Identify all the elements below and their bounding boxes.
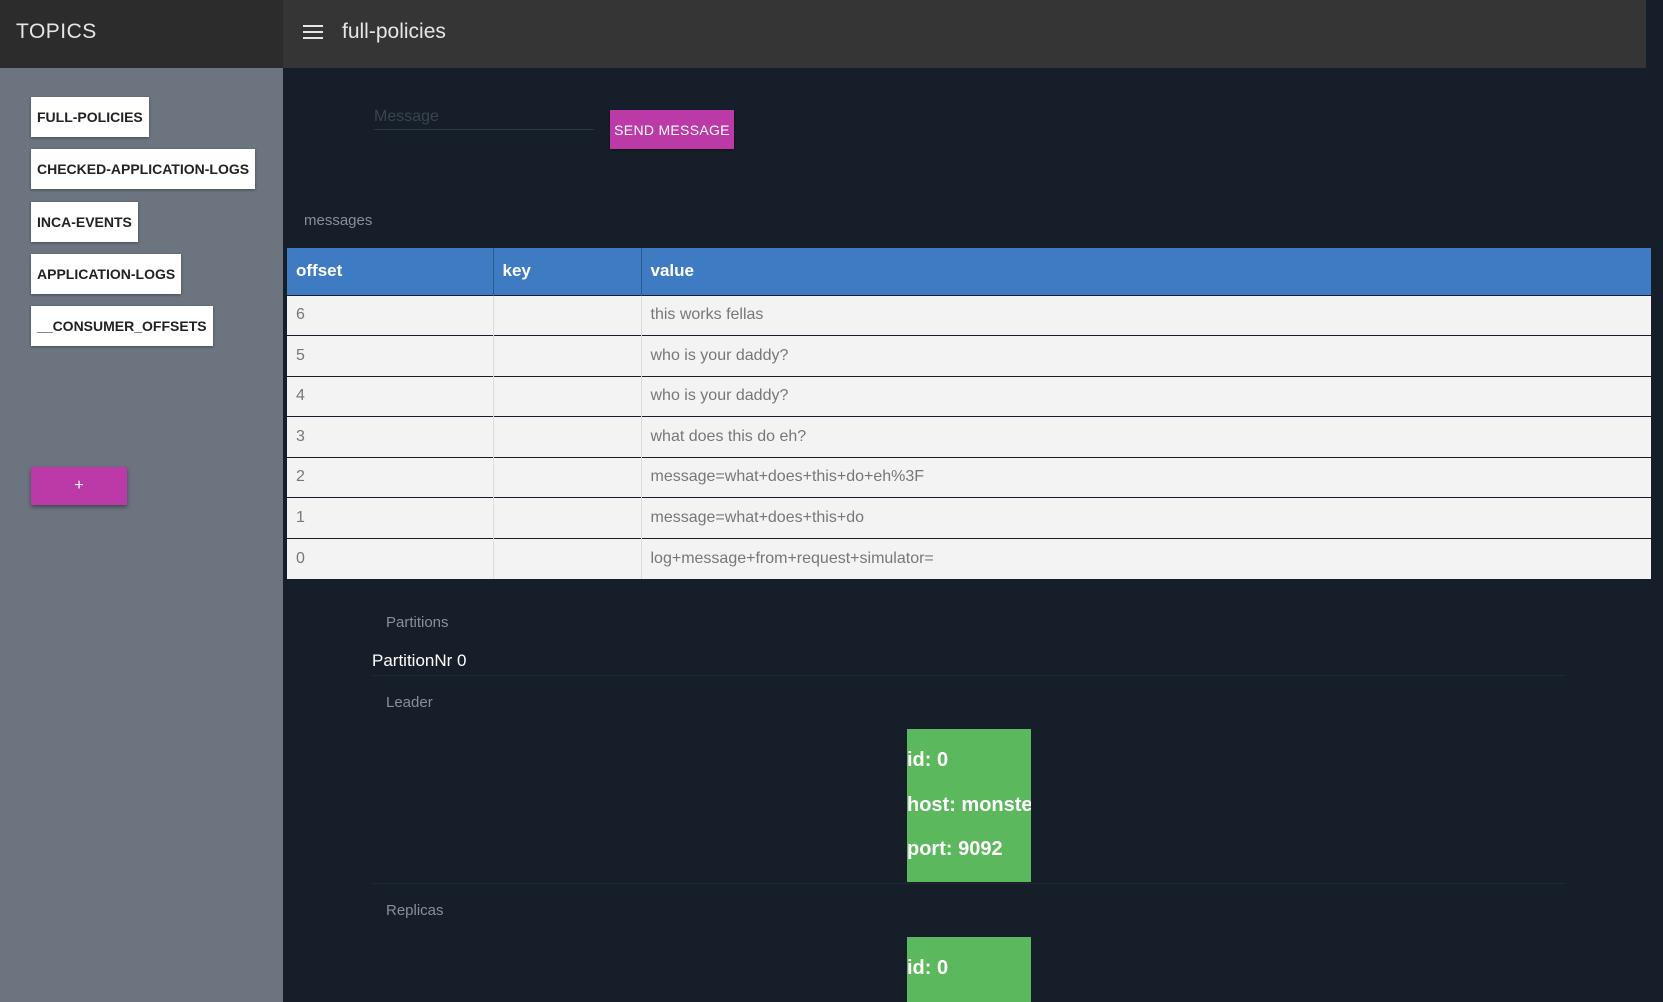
cell-offset: 3: [287, 416, 494, 457]
replicas-label: Replicas: [386, 902, 444, 919]
messages-table: offset key value 6 this works fellas 5 w…: [287, 248, 1651, 579]
cell-key: [493, 375, 642, 417]
divider: [372, 675, 1566, 676]
leader-host: host: monster: [907, 793, 1031, 816]
column-header-key: key: [493, 248, 642, 295]
partition-title: PartitionNr 0: [372, 651, 467, 670]
column-header-offset: offset: [287, 248, 494, 295]
cell-key: [493, 456, 642, 498]
cell-value: log+message+from+request+simulator=: [641, 537, 1651, 579]
page-title: full-policies: [342, 20, 446, 43]
leader-port: port: 9092: [907, 838, 1003, 860]
replica-broker-card: id: 0: [907, 937, 1031, 1002]
replica-id: id: 0: [907, 957, 949, 979]
cell-key: [493, 335, 642, 376]
sidebar-topic-inca-events[interactable]: INCA-EVENTS: [31, 202, 138, 242]
cell-value: this works fellas: [641, 294, 1651, 336]
sidebar-topic-application-logs[interactable]: APPLICATION-LOGS: [31, 254, 182, 294]
leader-broker-card: id: 0 host: monster port: 9092: [907, 729, 1031, 882]
table-row: 0 log+message+from+request+simulator=: [287, 537, 1651, 579]
app-title: TOPICS: [16, 20, 97, 43]
sidebar-topic-checked-application-logs[interactable]: CHECKED-APPLICATION-LOGS: [31, 149, 256, 189]
cell-key: [493, 294, 642, 336]
cell-value: message=what+does+this+do+eh%3F: [641, 456, 1651, 498]
cell-value: message=what+does+this+do: [641, 497, 1651, 538]
sidebar-topic-full-policies[interactable]: FULL-POLICIES: [31, 97, 149, 137]
table-row: 2 message=what+does+this+do+eh%3F: [287, 456, 1651, 498]
message-input[interactable]: [374, 104, 594, 130]
divider: [372, 883, 1566, 884]
cell-offset: 0: [287, 537, 494, 579]
messages-section-label: messages: [304, 212, 373, 229]
table-row: 1 message=what+does+this+do: [287, 497, 1651, 538]
cell-offset: 2: [287, 456, 494, 498]
sidebar-topic-consumer-offsets[interactable]: __CONSUMER_OFFSETS: [31, 306, 213, 346]
table-row: 5 who is your daddy?: [287, 335, 1651, 376]
cell-key: [493, 497, 642, 538]
leader-label: Leader: [386, 694, 433, 711]
table-row: 4 who is your daddy?: [287, 375, 1651, 417]
hamburger-menu-icon[interactable]: [303, 25, 323, 41]
cell-key: [493, 537, 642, 579]
leader-id: id: 0: [907, 749, 949, 771]
cell-offset: 6: [287, 294, 494, 336]
cell-offset: 1: [287, 497, 494, 538]
table-row: 6 this works fellas: [287, 294, 1651, 336]
column-header-value: value: [641, 248, 1651, 295]
table-header-row: offset key value: [287, 248, 1651, 295]
cell-value: what does this do eh?: [641, 416, 1651, 457]
topbar: [283, 0, 1646, 68]
add-topic-button[interactable]: +: [31, 467, 127, 505]
send-message-button[interactable]: SEND MESSAGE: [610, 110, 734, 149]
sidebar: FULL-POLICIES CHECKED-APPLICATION-LOGS I…: [0, 68, 283, 1002]
table-row: 3 what does this do eh?: [287, 416, 1651, 457]
cell-key: [493, 416, 642, 457]
cell-offset: 5: [287, 335, 494, 376]
cell-offset: 4: [287, 375, 494, 417]
cell-value: who is your daddy?: [641, 375, 1651, 417]
partitions-section-label: Partitions: [386, 614, 449, 631]
cell-value: who is your daddy?: [641, 335, 1651, 376]
